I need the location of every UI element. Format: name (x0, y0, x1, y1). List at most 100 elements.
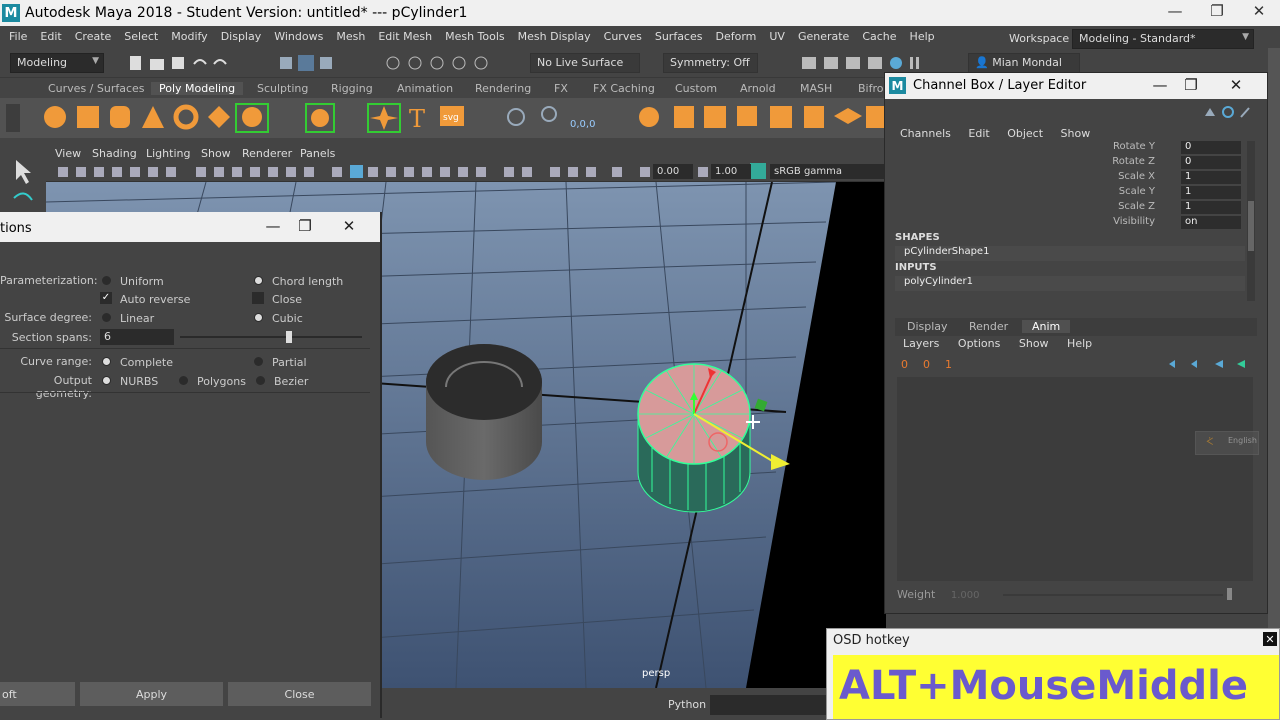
chord-length-radio[interactable] (254, 276, 263, 285)
layer-menu-show[interactable]: Show (1019, 337, 1049, 350)
shelf-tab-animation[interactable]: Animation (397, 82, 453, 95)
cb-menu-show[interactable]: Show (1061, 127, 1091, 140)
menu-mesh-display[interactable]: Mesh Display (518, 30, 591, 43)
render-tools-icons[interactable] (800, 54, 930, 72)
maximize-button[interactable]: ❐ (1196, 0, 1238, 22)
cb-menu-object[interactable]: Object (1007, 127, 1043, 140)
shelf-tab-custom[interactable]: Custom (675, 82, 717, 95)
section-spans-slider-thumb[interactable] (286, 331, 293, 343)
dialog-close-button[interactable]: ✕ (334, 214, 364, 238)
cb-toolbar-icons[interactable] (1203, 105, 1253, 119)
nurbs-radio[interactable] (102, 376, 111, 385)
color-space-field[interactable]: sRGB gamma (770, 164, 886, 179)
menu-mesh-tools[interactable]: Mesh Tools (445, 30, 505, 43)
bezier-radio[interactable] (256, 376, 265, 385)
workspace-dropdown[interactable]: Modeling - Standard* ▼ (1072, 29, 1254, 49)
uniform-radio[interactable] (102, 276, 111, 285)
attribute-row[interactable]: Rotate Y 0 (885, 141, 1255, 156)
shelf-tab-fx[interactable]: FX (554, 82, 568, 95)
cb-maximize-button[interactable]: ❐ (1176, 73, 1206, 97)
python-label[interactable]: Python (668, 698, 706, 711)
layer-menu-layers[interactable]: Layers (903, 337, 939, 350)
cb-minimize-button[interactable]: — (1145, 73, 1175, 97)
input-node-item[interactable]: polyCylinder1 (895, 276, 1245, 291)
layer-menu-options[interactable]: Options (958, 337, 1000, 350)
cb-menu-edit[interactable]: Edit (968, 127, 989, 140)
attribute-row[interactable]: Visibility on (885, 216, 1255, 231)
menu-cache[interactable]: Cache (862, 30, 896, 43)
vp-menu-view[interactable]: View (55, 147, 81, 160)
menu-display[interactable]: Display (221, 30, 262, 43)
layer-list[interactable] (897, 377, 1253, 581)
menu-create[interactable]: Create (75, 30, 112, 43)
toolbox-icons[interactable] (0, 140, 46, 220)
menu-uv[interactable]: UV (769, 30, 785, 43)
menu-mesh[interactable]: Mesh (336, 30, 365, 43)
weight-slider[interactable] (1003, 594, 1223, 596)
shelf-tab-rigging[interactable]: Rigging (331, 82, 373, 95)
menu-generate[interactable]: Generate (798, 30, 849, 43)
apply-button[interactable]: Apply (80, 682, 223, 706)
cb-menu-channels[interactable]: Channels (900, 127, 951, 140)
close-dialog-button[interactable]: Close (228, 682, 371, 706)
linear-radio[interactable] (102, 313, 111, 322)
loft-button[interactable]: oft (0, 682, 75, 706)
far-clip-field[interactable]: 1.00 (711, 164, 751, 179)
shelf-tab-curves-surfaces[interactable]: Curves / Surfaces (48, 82, 145, 95)
shelf-tab-mash[interactable]: MASH (800, 82, 832, 95)
menu-curves[interactable]: Curves (604, 30, 642, 43)
menu-help[interactable]: Help (910, 30, 935, 43)
vp-menu-lighting[interactable]: Lighting (146, 147, 190, 160)
shelf-tab-poly-modeling[interactable]: Poly Modeling (151, 82, 244, 95)
polygons-radio[interactable] (179, 376, 188, 385)
minimize-button[interactable]: — (1154, 0, 1196, 22)
file-tools-icons[interactable] (128, 54, 238, 72)
menu-modify[interactable]: Modify (171, 30, 207, 43)
viewport-toolbar-icons[interactable] (46, 162, 886, 182)
attribute-row[interactable]: Rotate Z 0 (885, 156, 1255, 171)
complete-radio[interactable] (102, 357, 111, 366)
shelf-tab-sculpting[interactable]: Sculpting (257, 82, 308, 95)
cubic-radio[interactable] (254, 313, 263, 322)
shelf-icons[interactable]: T svg 0,0,0 (0, 98, 885, 138)
shelf-tab-arnold[interactable]: Arnold (740, 82, 776, 95)
close-checkbox[interactable] (252, 292, 264, 304)
attribute-row[interactable]: Scale X 1 (885, 171, 1255, 186)
menu-deform[interactable]: Deform (715, 30, 756, 43)
partial-radio[interactable] (254, 357, 263, 366)
vp-menu-renderer[interactable]: Renderer (242, 147, 292, 160)
close-button[interactable]: ✕ (1238, 0, 1280, 22)
layer-tab-display[interactable]: Display (907, 320, 948, 333)
command-input[interactable] (710, 695, 826, 715)
shelf-tab-rendering[interactable]: Rendering (475, 82, 531, 95)
dialog-maximize-button[interactable]: ❐ (290, 214, 320, 238)
vp-menu-panels[interactable]: Panels (300, 147, 335, 160)
layer-menu-help[interactable]: Help (1067, 337, 1092, 350)
menu-surfaces[interactable]: Surfaces (655, 30, 703, 43)
osd-close-button[interactable]: ✕ (1263, 632, 1277, 646)
channel-box-scrollbar[interactable] (1247, 141, 1255, 301)
user-account-dropdown[interactable]: 👤 Mian Mondal (968, 53, 1080, 73)
weight-value[interactable]: 1.000 (951, 590, 980, 601)
auto-reverse-checkbox[interactable]: ✓ (100, 292, 112, 304)
selection-tools-icons[interactable] (278, 54, 508, 72)
menu-edit[interactable]: Edit (40, 30, 61, 43)
section-spans-input[interactable]: 6 (100, 329, 174, 345)
layer-tab-render[interactable]: Render (969, 320, 1008, 333)
cb-close-button[interactable]: ✕ (1221, 73, 1251, 97)
weight-slider-thumb[interactable] (1227, 588, 1232, 600)
live-surface-field[interactable]: No Live Surface (530, 53, 640, 73)
menu-windows[interactable]: Windows (274, 30, 323, 43)
shelf-tab-fx-caching[interactable]: FX Caching (593, 82, 655, 95)
symmetry-dropdown[interactable]: Symmetry: Off (663, 53, 758, 73)
attribute-row[interactable]: Scale Y 1 (885, 186, 1255, 201)
shelf-tab-bifrost[interactable]: Bifro (858, 82, 884, 95)
attribute-row[interactable]: Scale Z 1 (885, 201, 1255, 216)
near-clip-field[interactable]: 0.00 (653, 164, 693, 179)
menuset-dropdown[interactable]: Modeling ▼ (10, 53, 104, 73)
menu-file[interactable]: File (9, 30, 27, 43)
dialog-minimize-button[interactable]: — (258, 214, 288, 238)
menu-edit-mesh[interactable]: Edit Mesh (378, 30, 432, 43)
menu-select[interactable]: Select (124, 30, 158, 43)
section-spans-slider[interactable] (180, 336, 362, 338)
